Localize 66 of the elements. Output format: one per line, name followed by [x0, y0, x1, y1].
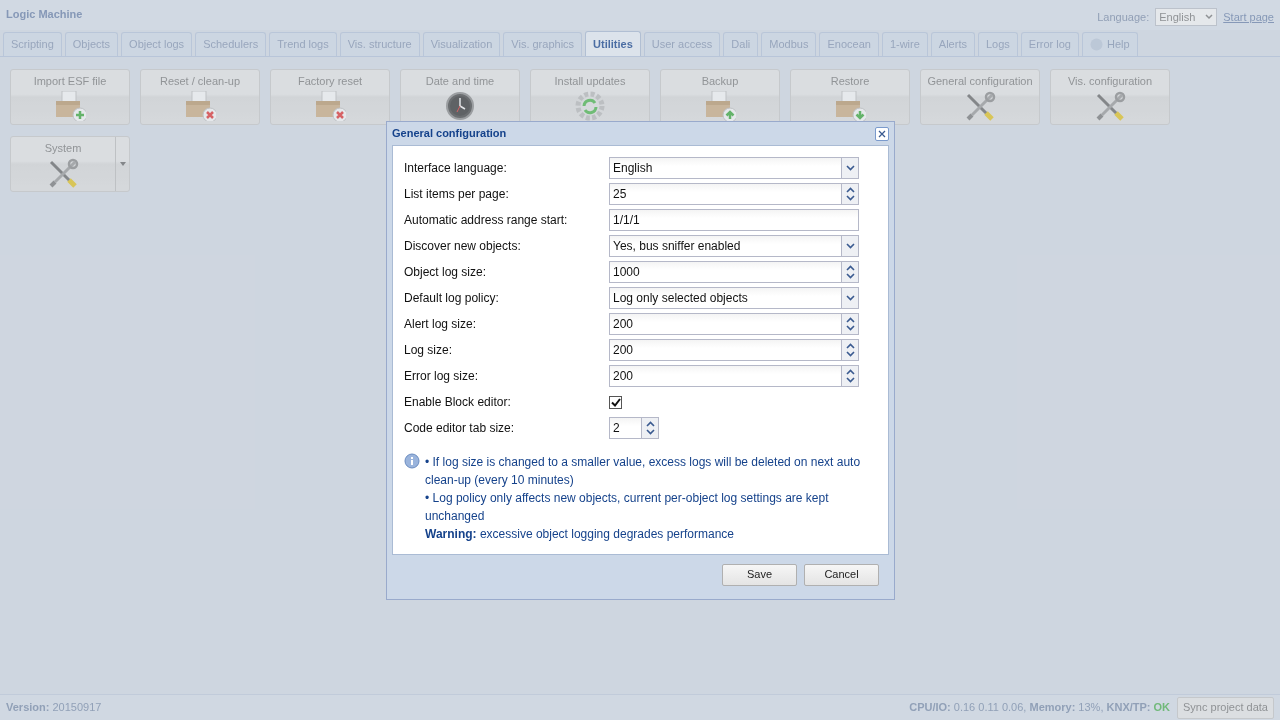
spinner-arrows-icon[interactable]	[645, 420, 655, 436]
dialog-button[interactable]: Save	[722, 563, 797, 586]
language-label: Language:	[1097, 9, 1150, 25]
spinner-arrows-icon[interactable]	[845, 368, 855, 384]
field-label: Automatic address range start:	[404, 212, 569, 229]
field-label: List items per page:	[404, 186, 510, 203]
chevron-down-icon[interactable]	[845, 295, 855, 301]
caret-down-icon[interactable]	[119, 162, 126, 166]
tool-button[interactable]: Import ESF file	[10, 69, 130, 125]
tools-icon	[47, 157, 79, 188]
dialog-title: General configuration	[392, 126, 507, 142]
tool-button[interactable]: Factory reset	[270, 69, 390, 125]
system-stats-text: CPU/IO: 0.16 0.11 0.06, Memory: 13%, KNX/TP:	[909, 700, 1151, 716]
select-field[interactable]: Yes, bus sniffer enabled	[609, 235, 859, 257]
number-field[interactable]: 1000	[609, 261, 859, 283]
spinner-arrows-icon[interactable]	[845, 316, 855, 332]
number-field[interactable]: 200	[609, 313, 859, 335]
tool-button[interactable]: System	[10, 136, 130, 192]
note-text: Warning: excessive object logging degrades performance	[425, 526, 736, 543]
chevron-down-icon[interactable]	[845, 243, 855, 249]
field-label: Error log size:	[404, 368, 480, 385]
checkbox[interactable]	[609, 395, 622, 409]
box-arrow-down-icon	[834, 90, 866, 121]
app-title: Logic Machine	[6, 7, 83, 22]
field-label: Enable Block editor:	[404, 394, 512, 411]
field-label: Interface language:	[404, 160, 508, 177]
tool-button[interactable]: Reset / clean-up	[140, 69, 260, 125]
field-label: Object log size:	[404, 264, 488, 281]
text-field[interactable]: 1/1/1	[609, 209, 859, 231]
number-field[interactable]: 2	[609, 417, 659, 439]
tab[interactable]: Utilities	[585, 31, 641, 56]
tool-button[interactable]: Vis. configuration	[1050, 69, 1170, 125]
clock-icon	[444, 90, 476, 121]
spinner-arrows-icon[interactable]	[845, 186, 855, 202]
tools-icon	[964, 90, 996, 121]
field-label: Log size:	[404, 342, 454, 359]
box-plus-icon	[54, 90, 86, 121]
box-cross-icon	[184, 90, 216, 121]
language-select[interactable]: English	[1155, 8, 1218, 26]
info-icon	[404, 453, 420, 469]
version-text: Version: 20150917	[6, 700, 102, 716]
tool-button[interactable]: General configuration	[920, 69, 1040, 125]
close-button[interactable]	[875, 126, 889, 141]
number-field[interactable]: 200	[609, 339, 859, 361]
start-page-link[interactable]: Start page	[1223, 8, 1274, 26]
dialog-button[interactable]: Cancel	[804, 563, 879, 586]
field-label: Alert log size:	[404, 316, 478, 333]
spinner-arrows-icon[interactable]	[845, 342, 855, 358]
box-arrow-up-icon	[704, 90, 736, 121]
tool-button[interactable]: Restore	[790, 69, 910, 125]
spinner-arrows-icon[interactable]	[845, 264, 855, 280]
tools-icon	[1094, 90, 1126, 121]
number-field[interactable]: 25	[609, 183, 859, 205]
chevron-down-icon[interactable]	[845, 165, 855, 171]
note-text: • If log size is changed to a smaller value, excess logs will be deleted on next auto clean-up (every 10 minutes)	[425, 454, 862, 489]
field-label: Default log policy:	[404, 290, 500, 307]
bus-status-text: OK	[1153, 700, 1170, 716]
sync-project-data-button[interactable]: Sync project data	[1177, 696, 1274, 719]
number-field[interactable]: 200	[609, 365, 859, 387]
field-label: Code editor tab size:	[404, 420, 516, 437]
gear-refresh-icon	[574, 90, 606, 121]
box-cross-icon	[314, 90, 346, 121]
chevron-down-icon	[1205, 14, 1214, 20]
field-label: Discover new objects:	[404, 238, 522, 255]
select-field[interactable]: Log only selected objects	[609, 287, 859, 309]
select-field[interactable]: English	[609, 157, 859, 179]
